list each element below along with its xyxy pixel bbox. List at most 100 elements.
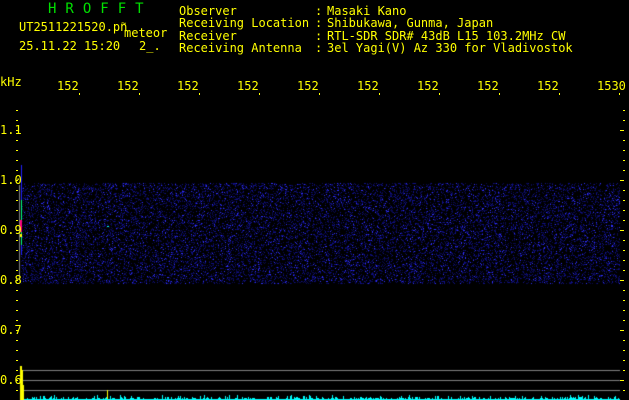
- y-tick: [16, 320, 18, 321]
- x-tick: [559, 93, 560, 95]
- y-tick: [16, 180, 18, 181]
- y-tick-right: [623, 250, 625, 251]
- y-tick: [16, 390, 18, 391]
- x-tick-label: 152: [57, 79, 79, 93]
- info-value: Masaki Kano: [327, 4, 407, 18]
- y-tick-label: 0.9: [0, 223, 22, 237]
- info-label: Receiving Location: [179, 16, 310, 31]
- y-tick-right: [623, 320, 625, 321]
- y-tick-right: [623, 190, 625, 191]
- y-tick: [16, 190, 18, 191]
- x-tick-label: 1530: [597, 79, 626, 93]
- y-tick: [16, 140, 18, 141]
- y-tick: [16, 360, 18, 361]
- info-colon: :: [315, 16, 323, 31]
- info-value: Shibukawa, Gunma, Japan: [327, 16, 494, 31]
- x-tick-label: 152: [177, 79, 199, 93]
- info-label: Receiver: [179, 28, 237, 43]
- x-tick-label: 152: [537, 79, 559, 93]
- y-tick-right: [623, 270, 625, 271]
- y-tick-label: 0.7: [0, 323, 22, 337]
- y-tick-right: [623, 390, 625, 391]
- x-tick-label: 152: [297, 79, 319, 93]
- y-tick-right: [623, 170, 625, 171]
- detection-type: meteor: [124, 26, 168, 40]
- x-tick-label: 152: [477, 79, 499, 93]
- x-tick: [619, 93, 620, 95]
- y-tick: [16, 350, 18, 351]
- y-tick-right: [623, 120, 625, 121]
- y-tick-label: 0.6: [0, 373, 22, 387]
- y-tick: [16, 130, 18, 131]
- x-tick-label: 152: [357, 79, 379, 93]
- y-tick: [16, 150, 18, 151]
- x-tick-label: 152: [117, 79, 139, 93]
- x-tick: [199, 93, 200, 95]
- y-tick-label: 0.8: [0, 273, 22, 287]
- y-tick: [16, 270, 18, 271]
- x-tick: [439, 93, 440, 95]
- info-label: Observer: [179, 4, 237, 18]
- info-colon: :: [315, 28, 323, 43]
- x-tick: [79, 93, 80, 95]
- y-tick: [16, 380, 18, 381]
- y-tick-right: [623, 150, 625, 151]
- x-tick-label: 152: [237, 79, 259, 93]
- info-label: Receiving Antenna: [179, 40, 302, 55]
- y-tick-right: [623, 300, 625, 301]
- y-tick: [16, 160, 18, 161]
- x-tick: [139, 93, 140, 95]
- y-tick-right: [623, 200, 625, 201]
- y-tick-right: [620, 180, 624, 181]
- y-tick-right: [620, 380, 624, 381]
- y-tick-right: [623, 340, 625, 341]
- x-tick: [319, 93, 320, 95]
- y-tick: [16, 250, 18, 251]
- y-tick-right: [620, 280, 624, 281]
- y-tick: [16, 230, 18, 231]
- y-tick: [16, 310, 18, 311]
- y-tick-label: 1.0: [0, 173, 22, 187]
- y-tick: [16, 330, 18, 331]
- y-axis-unit: kHz: [0, 75, 22, 89]
- y-tick-right: [623, 260, 625, 261]
- y-tick: [16, 370, 18, 371]
- app-title: HROFFT: [48, 1, 153, 17]
- y-tick-right: [623, 220, 625, 221]
- y-tick: [16, 200, 18, 201]
- waterfall-spectrogram: [0, 0, 629, 400]
- y-tick: [16, 280, 18, 281]
- y-tick-right: [620, 230, 624, 231]
- y-tick-right: [623, 110, 625, 111]
- y-tick-right: [620, 130, 624, 131]
- filename: UT2511221520.pn: [19, 20, 128, 34]
- info-value: 3el Yagi(V) Az 330 for Vladivostok: [327, 40, 573, 55]
- y-tick-right: [623, 370, 625, 371]
- datetime: 25.11.22 15:20: [19, 39, 121, 53]
- info-value: RTL-SDR SDR# 43dB L15 103.2MHz CW: [327, 28, 566, 43]
- y-tick: [16, 170, 18, 171]
- x-tick: [379, 93, 380, 95]
- info-colon: :: [315, 40, 323, 55]
- y-tick-right: [623, 240, 625, 241]
- x-tick: [499, 93, 500, 95]
- y-tick: [16, 220, 18, 221]
- info-colon: :: [315, 4, 323, 18]
- x-tick-label: 152: [417, 79, 439, 93]
- y-tick: [16, 210, 18, 211]
- y-tick-right: [620, 330, 624, 331]
- y-tick-right: [623, 290, 625, 291]
- y-tick-right: [623, 310, 625, 311]
- y-tick: [16, 240, 18, 241]
- y-tick: [16, 260, 18, 261]
- y-tick: [16, 290, 18, 291]
- y-tick: [16, 120, 18, 121]
- y-tick-right: [623, 140, 625, 141]
- y-tick-right: [623, 160, 625, 161]
- y-tick-right: [623, 210, 625, 211]
- y-tick: [16, 110, 18, 111]
- y-tick-right: [623, 350, 625, 351]
- y-tick: [16, 340, 18, 341]
- y-tick-right: [623, 360, 625, 361]
- y-tick-label: 1.1: [0, 123, 22, 137]
